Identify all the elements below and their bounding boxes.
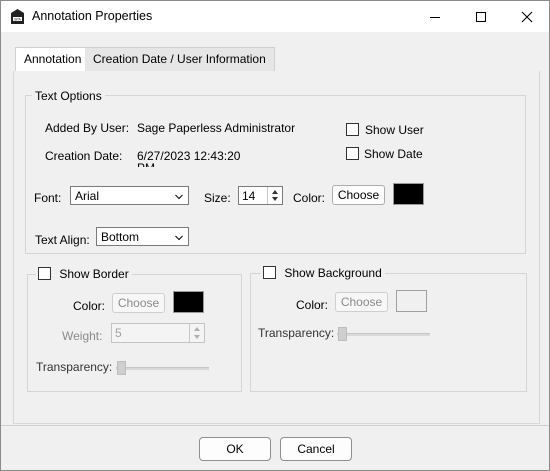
border-transparency-slider[interactable] [116,361,209,375]
slider-track [116,367,209,370]
creation-date-label: Creation Date: [45,149,123,163]
size-stepper-buttons[interactable] [267,187,282,204]
minimize-icon [430,16,440,18]
chevron-down-icon [175,235,183,241]
text-color-swatch[interactable] [393,183,424,205]
added-by-value: Sage Paperless Administrator [137,121,296,135]
background-group: Show Background Color: Choose Transparen… [250,266,527,392]
text-align-label: Text Align: [35,233,90,247]
font-select-value: Arial [75,189,100,203]
spin-down-icon [272,197,278,201]
tab-annotation[interactable]: Annotation [15,47,91,72]
spin-down-icon [194,335,200,339]
tab-creation-date-user-info[interactable]: Creation Date / User Information [85,47,275,71]
text-color-choose-button[interactable]: Choose [332,185,385,205]
text-color-label: Color: [293,191,326,205]
size-stepper[interactable]: 14 [238,186,283,205]
border-color-swatch[interactable] [173,291,204,313]
chevron-down-icon [175,194,183,200]
border-group: Show Border Color: Choose Weight: 5 Tran… [27,267,242,392]
app-logo-icon: SPA [11,9,24,24]
text-align-select[interactable]: Bottom [96,227,189,246]
svg-text:SPA: SPA [14,18,22,22]
show-background-label[interactable]: Show Background [284,266,381,280]
tab-strip: Annotation Creation Date / User Informat… [13,47,538,72]
maximize-button[interactable] [458,1,504,32]
background-color-label: Color: [296,298,329,312]
slider-thumb[interactable] [338,327,347,341]
close-button[interactable] [504,1,550,32]
text-options-legend: Text Options [32,89,105,103]
cancel-button[interactable]: Cancel [280,437,352,461]
border-color-label: Color: [73,299,106,313]
border-transparency-label: Transparency: [36,360,113,374]
dialog-window: SPA Annotation Properties Annotation Cre… [0,0,550,471]
title-bar: SPA Annotation Properties [1,1,549,32]
size-label: Size: [204,191,231,205]
border-weight-stepper-buttons[interactable] [189,324,204,342]
slider-track [337,333,430,336]
ok-button[interactable]: OK [199,437,271,461]
slider-thumb[interactable] [117,361,126,375]
minimize-button[interactable] [412,1,458,32]
show-border-label[interactable]: Show Border [59,267,128,281]
maximize-icon [476,11,486,22]
added-by-label: Added By User: [45,121,130,135]
tab-panel: Text Options Added By User: Sage Paperle… [13,71,540,424]
creation-date-value-overflow: PM [137,161,155,167]
border-weight-value: 5 [115,326,122,340]
background-color-swatch[interactable] [396,290,427,312]
window-title: Annotation Properties [32,9,153,23]
spin-up-icon [194,327,200,331]
border-weight-label: Weight: [62,329,103,343]
background-transparency-slider[interactable] [337,327,430,341]
creation-date-value-box: 6/27/2023 12:43:20 PM [137,149,257,167]
close-icon [521,11,533,22]
font-label: Font: [34,191,62,205]
text-align-value: Bottom [101,230,140,244]
background-legend: Show Background [261,266,385,280]
spin-up-icon [272,190,278,194]
background-transparency-label: Transparency: [258,326,335,340]
border-legend: Show Border [36,267,132,281]
show-date-checkbox[interactable] [346,147,359,160]
show-date-label[interactable]: Show Date [364,147,423,161]
border-color-choose-button[interactable]: Choose [112,293,165,313]
border-weight-stepper[interactable]: 5 [111,323,205,343]
show-border-checkbox[interactable] [38,267,51,280]
font-select[interactable]: Arial [70,186,189,205]
background-color-choose-button[interactable]: Choose [335,292,388,312]
show-user-label[interactable]: Show User [365,123,424,137]
footer-divider [1,425,549,426]
show-user-checkbox[interactable] [346,123,359,136]
size-value: 14 [242,189,256,203]
text-options-group: Text Options Added By User: Sage Paperle… [25,89,526,254]
show-background-checkbox[interactable] [263,266,276,279]
